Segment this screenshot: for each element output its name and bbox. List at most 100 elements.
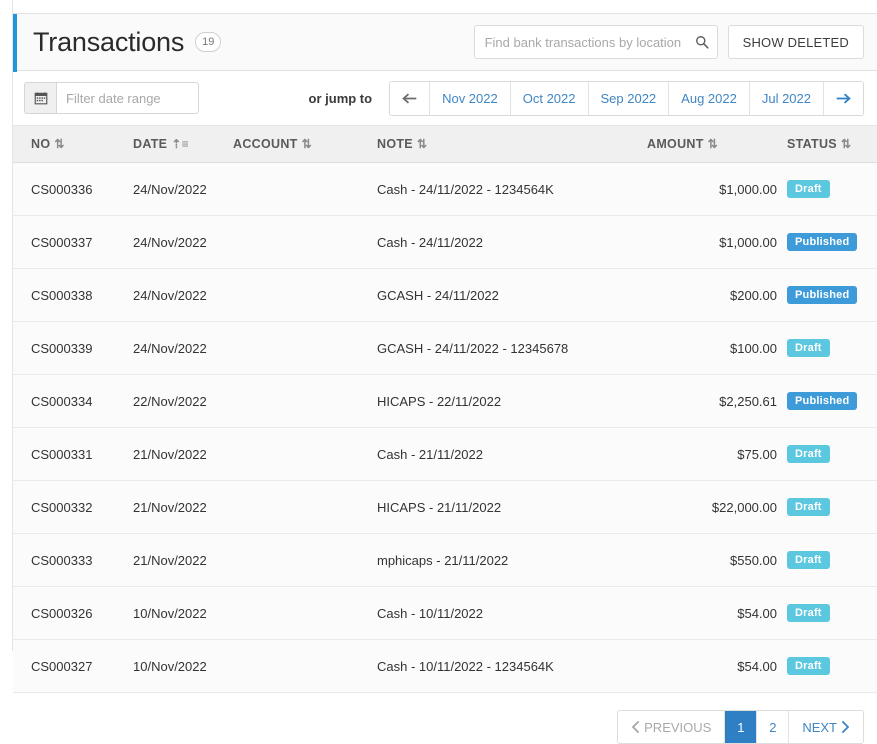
cell-status: Draft: [777, 163, 877, 216]
cell-no: CS000333: [13, 534, 133, 587]
cell-amount: $200.00: [647, 269, 777, 322]
cell-note: Cash - 10/11/2022: [353, 587, 647, 640]
column-header-note[interactable]: NOTE ⇅: [353, 126, 647, 163]
cell-date: 24/Nov/2022: [133, 269, 233, 322]
cell-date: 24/Nov/2022: [133, 216, 233, 269]
cell-note: HICAPS - 22/11/2022: [353, 375, 647, 428]
column-label-no: NO: [31, 137, 50, 151]
cell-date: 10/Nov/2022: [133, 587, 233, 640]
table-row[interactable]: CS00033924/Nov/2022GCASH - 24/11/2022 - …: [13, 322, 877, 375]
status-badge: Published: [787, 233, 857, 251]
date-range-group: [24, 82, 199, 114]
table-row[interactable]: CS00032710/Nov/2022 Cash - 10/11/2022 - 1…: [13, 640, 877, 693]
month-button-0[interactable]: Nov 2022: [430, 82, 511, 115]
cell-date: 21/Nov/2022: [133, 428, 233, 481]
cell-amount: $22,000.00: [647, 481, 777, 534]
pagination-page-2[interactable]: 2: [757, 711, 789, 743]
cell-date: 10/Nov/2022: [133, 640, 233, 693]
calendar-icon[interactable]: [24, 82, 56, 114]
pagination-bar: PREVIOUS 1 2 NEXT: [13, 693, 877, 744]
header-accent-bar: [13, 14, 17, 72]
cell-amount: $100.00: [647, 322, 777, 375]
table-row[interactable]: CS00033824/Nov/2022GCASH - 24/11/2022$20…: [13, 269, 877, 322]
panel-header: Transactions 19 SHOW DELETED: [13, 13, 877, 71]
filter-bar: or jump to Nov 2022 Oct 2022 Sep 2022 Au…: [13, 71, 877, 126]
cell-amount: $54.00: [647, 640, 777, 693]
cell-account: [233, 481, 353, 534]
cell-no: CS000338: [13, 269, 133, 322]
cell-note: Cash - 10/11/2022 - 1234564K: [353, 640, 647, 693]
cell-note: Cash - 21/11/2022: [353, 428, 647, 481]
transactions-page: Transactions 19 SHOW DELETED: [0, 0, 877, 651]
pagination-next-button[interactable]: NEXT: [789, 711, 863, 743]
table-row[interactable]: CS00033221/Nov/2022HICAPS - 21/11/2022$2…: [13, 481, 877, 534]
month-button-3[interactable]: Aug 2022: [669, 82, 750, 115]
month-prev-button[interactable]: [390, 82, 430, 115]
sort-icon-account[interactable]: ⇅: [302, 137, 312, 151]
search-box[interactable]: [474, 25, 718, 59]
column-label-status: STATUS: [787, 137, 837, 151]
table-row[interactable]: CS00033422/Nov/2022HICAPS - 22/11/2022$2…: [13, 375, 877, 428]
cell-date: 21/Nov/2022: [133, 534, 233, 587]
status-badge: Draft: [787, 657, 830, 675]
column-header-amount[interactable]: AMOUNT⇅: [647, 126, 777, 163]
cell-amount: $550.00: [647, 534, 777, 587]
table-row[interactable]: CS00033724/Nov/2022Cash - 24/11/2022$1,0…: [13, 216, 877, 269]
status-badge: Published: [787, 286, 857, 304]
show-deleted-button[interactable]: SHOW DELETED: [728, 25, 864, 59]
month-button-1[interactable]: Oct 2022: [511, 82, 589, 115]
cell-account: [233, 428, 353, 481]
table-row[interactable]: CS00033121/Nov/2022Cash - 21/11/2022$75.…: [13, 428, 877, 481]
search-icon[interactable]: [695, 35, 709, 49]
cell-status: Draft: [777, 481, 877, 534]
cell-no: CS000332: [13, 481, 133, 534]
table-row[interactable]: CS00033624/Nov/2022Cash - 24/11/2022 - 1…: [13, 163, 877, 216]
cell-no: CS000336: [13, 163, 133, 216]
left-rail: [0, 0, 13, 651]
transaction-count-badge: 19: [195, 32, 221, 52]
cell-amount: $75.00: [647, 428, 777, 481]
sort-icon-amount[interactable]: ⇅: [708, 137, 718, 151]
month-jump-group: Nov 2022 Oct 2022 Sep 2022 Aug 2022 Jul …: [389, 81, 864, 116]
cell-status: Draft: [777, 534, 877, 587]
column-header-date[interactable]: DATE ⇡≡: [133, 126, 233, 163]
cell-account: [233, 269, 353, 322]
cell-note: Cash - 24/11/2022 - 1234564K: [353, 163, 647, 216]
month-button-2[interactable]: Sep 2022: [589, 82, 670, 115]
cell-no: CS000337: [13, 216, 133, 269]
status-badge: Draft: [787, 339, 830, 357]
header-actions: SHOW DELETED: [474, 25, 864, 59]
status-badge: Draft: [787, 180, 830, 198]
cell-status: Draft: [777, 322, 877, 375]
search-input[interactable]: [475, 26, 717, 58]
sort-icon-status[interactable]: ⇅: [841, 137, 851, 151]
month-next-button[interactable]: [824, 82, 863, 115]
table-row[interactable]: CS00032610/Nov/2022Cash - 10/11/2022$54.…: [13, 587, 877, 640]
cell-account: [233, 534, 353, 587]
pagination-page-1[interactable]: 1: [725, 711, 757, 743]
cell-amount: $54.00: [647, 587, 777, 640]
pagination-previous-button[interactable]: PREVIOUS: [618, 711, 725, 743]
cell-date: 22/Nov/2022: [133, 375, 233, 428]
table-header-row: NO ⇅ DATE ⇡≡ ACCOUNT⇅ NOTE ⇅ AMOUNT⇅: [13, 126, 877, 163]
cell-status: Published: [777, 269, 877, 322]
column-header-status[interactable]: STATUS ⇅: [777, 126, 877, 163]
table-row[interactable]: CS00033321/Nov/2022mphicaps - 21/11/2022…: [13, 534, 877, 587]
sort-icon-no[interactable]: ⇅: [54, 137, 64, 151]
column-header-no[interactable]: NO ⇅: [13, 126, 133, 163]
column-header-account[interactable]: ACCOUNT⇅: [233, 126, 353, 163]
cell-note: HICAPS - 21/11/2022: [353, 481, 647, 534]
column-label-date: DATE: [133, 137, 167, 151]
column-label-note: NOTE: [377, 137, 413, 151]
cell-no: CS000339: [13, 322, 133, 375]
status-badge: Draft: [787, 445, 830, 463]
cell-account: [233, 322, 353, 375]
sort-icon-note[interactable]: ⇅: [417, 137, 427, 151]
jump-to-label: or jump to: [309, 91, 373, 106]
sort-desc-icon-date[interactable]: ⇡≡: [171, 137, 189, 151]
date-range-input[interactable]: [56, 82, 199, 114]
pagination-next-label: NEXT: [802, 720, 837, 735]
cell-no: CS000327: [13, 640, 133, 693]
cell-account: [233, 163, 353, 216]
month-button-4[interactable]: Jul 2022: [750, 82, 824, 115]
